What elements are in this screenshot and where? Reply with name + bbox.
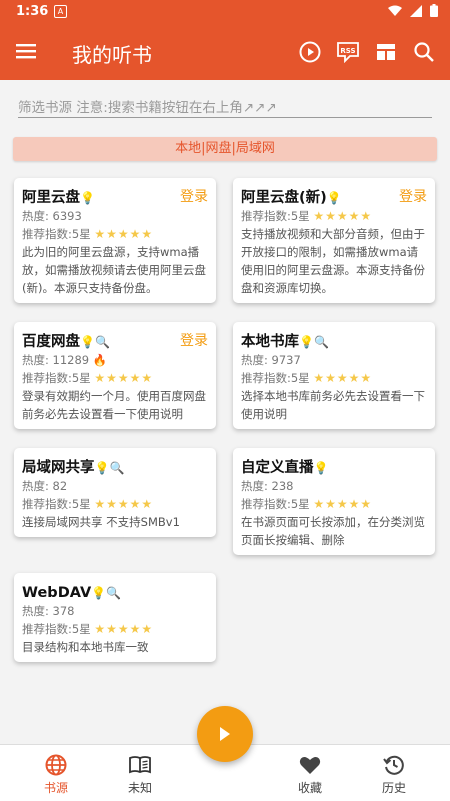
nav-item-history[interactable]: 历史 <box>354 745 434 801</box>
signal-icon <box>410 4 422 17</box>
star-rating: ★★★★★ <box>94 371 154 385</box>
nav-label: 历史 <box>381 781 406 795</box>
login-button[interactable]: 登录 <box>399 186 427 206</box>
play-circle-icon <box>299 41 321 63</box>
status-icons <box>388 4 438 17</box>
grid-layout-icon <box>377 44 395 60</box>
svg-text:RSS: RSS <box>340 47 355 55</box>
bulb-icon: 💡 <box>91 585 107 600</box>
heat-text: 热度: 82 <box>22 479 68 493</box>
nav-item-sources[interactable]: 书源 <box>16 745 96 801</box>
history-icon <box>383 755 404 775</box>
nav-label: 收藏 <box>297 781 322 795</box>
source-name: 局域网共享 <box>22 459 95 476</box>
play-icon <box>220 727 230 741</box>
star-rating: ★★★★★ <box>94 497 154 511</box>
rating-label: 推荐指数:5星 <box>241 209 310 223</box>
menu-icon[interactable] <box>14 39 38 63</box>
star-rating: ★★★★★ <box>313 371 373 385</box>
fire-icon: 🔥 <box>92 353 108 367</box>
bulb-icon: 💡 <box>94 460 110 475</box>
source-name: WebDAV <box>22 584 92 601</box>
source-description: 目录结构和本地书库一致 <box>22 640 149 654</box>
source-card[interactable]: 本地书库💡🔍 热度: 9737 推荐指数:5星 ★★★★★ 选择本地书库前务必先… <box>233 322 435 429</box>
search-icon <box>414 42 434 62</box>
source-name: 自定义直播 <box>241 459 314 476</box>
login-button[interactable]: 登录 <box>180 186 208 206</box>
rating-label: 推荐指数:5星 <box>241 371 310 385</box>
source-description: 在书源页面可长按添加，在分类浏览页面长按编辑、删除 <box>241 515 425 547</box>
star-rating: ★★★★★ <box>94 622 154 636</box>
bulb-icon: 💡 <box>313 460 329 475</box>
search-lens-icon: 🔍 <box>94 334 110 349</box>
rating-label: 推荐指数:5星 <box>22 227 91 241</box>
search-lens-icon: 🔍 <box>106 585 122 600</box>
source-name: 阿里云盘(新) <box>241 189 327 206</box>
nav-label: 书源 <box>43 781 68 795</box>
heat-text: 热度: 11289 <box>22 353 90 367</box>
play-fab[interactable] <box>197 706 253 762</box>
search-lens-icon: 🔍 <box>109 460 125 475</box>
heat-text: 热度: 378 <box>22 604 75 618</box>
star-rating: ★★★★★ <box>313 209 373 223</box>
source-name: 百度网盘 <box>22 333 80 350</box>
source-card[interactable]: 百度网盘💡🔍 登录 热度: 11289 🔥 推荐指数:5星 ★★★★★ 登录有效… <box>14 322 216 429</box>
nav-item-favorites[interactable]: 收藏 <box>270 745 350 801</box>
heat-text: 热度: 9737 <box>241 353 301 367</box>
source-card[interactable]: 阿里云盘💡 登录 热度: 6393 推荐指数:5星 ★★★★★ 此为旧的阿里云盘… <box>14 178 216 303</box>
app-bar: 我的听书 RSS <box>0 24 450 80</box>
source-description: 登录有效期约一个月。使用百度网盘前务必先去设置看一下使用说明 <box>22 389 206 421</box>
heart-icon <box>299 757 321 774</box>
source-description: 此为旧的阿里云盘源，支持wma播放，如需播放视频请去使用阿里云盘(新)。本源只支… <box>22 245 206 295</box>
bulb-icon: 💡 <box>80 334 95 349</box>
search-lens-icon: 🔍 <box>313 334 329 349</box>
source-name: 阿里云盘 <box>22 189 80 206</box>
wifi-icon <box>388 5 402 16</box>
notification-icon: A <box>54 5 67 18</box>
source-description: 连接局域网共享 不支持SMBv1 <box>22 515 180 529</box>
bulb-icon: 💡 <box>299 334 314 349</box>
bulb-icon: 💡 <box>80 190 95 205</box>
clock: 1:36 <box>16 4 49 19</box>
search-button[interactable] <box>406 38 442 66</box>
status-bar: 1:36 A <box>0 0 450 24</box>
source-card[interactable]: WebDAV💡🔍 热度: 378 推荐指数:5星 ★★★★★ 目录结构和本地书库… <box>14 573 216 662</box>
layout-button[interactable] <box>368 38 404 66</box>
nav-label: 未知 <box>127 781 152 795</box>
source-name: 本地书库 <box>241 333 299 350</box>
source-card[interactable]: 自定义直播💡 热度: 238 推荐指数:5星 ★★★★★ 在书源页面可长按添加，… <box>233 448 435 555</box>
source-description: 支持播放视频和大部分音频，但由于开放接口的限制，如需播放wma请使用旧的阿里云盘… <box>241 227 425 295</box>
heat-text: 热度: 238 <box>241 479 294 493</box>
toolbar-actions: RSS <box>292 38 442 66</box>
login-button[interactable]: 登录 <box>180 330 208 350</box>
rating-label: 推荐指数:5星 <box>22 622 91 636</box>
rating-label: 推荐指数:5星 <box>241 497 310 511</box>
filter-input[interactable]: 筛选书源 注意:搜索书籍按钮在右上角↗↗↗ <box>18 92 432 118</box>
rss-chat-icon: RSS <box>337 42 359 63</box>
globe-icon <box>45 754 67 776</box>
page-title: 我的听书 <box>72 43 152 67</box>
source-card[interactable]: 阿里云盘(新)💡 登录 推荐指数:5星 ★★★★★ 支持播放视频和大部分音频，但… <box>233 178 435 303</box>
rss-button[interactable]: RSS <box>330 38 366 66</box>
star-rating: ★★★★★ <box>313 497 373 511</box>
rating-label: 推荐指数:5星 <box>22 497 91 511</box>
source-card[interactable]: 局域网共享💡🔍 热度: 82 推荐指数:5星 ★★★★★ 连接局域网共享 不支持… <box>14 448 216 537</box>
bulb-icon: 💡 <box>326 190 342 205</box>
heat-text: 热度: 6393 <box>22 209 82 223</box>
nav-item-unknown[interactable]: 未知 <box>100 745 180 801</box>
category-banner[interactable]: 本地|网盘|局域网 <box>13 137 437 161</box>
star-rating: ★★★★★ <box>94 227 154 241</box>
book-open-icon <box>129 756 151 774</box>
battery-icon <box>430 4 438 17</box>
source-description: 选择本地书库前务必先去设置看一下使用说明 <box>241 389 425 421</box>
play-button[interactable] <box>292 38 328 66</box>
rating-label: 推荐指数:5星 <box>22 371 91 385</box>
